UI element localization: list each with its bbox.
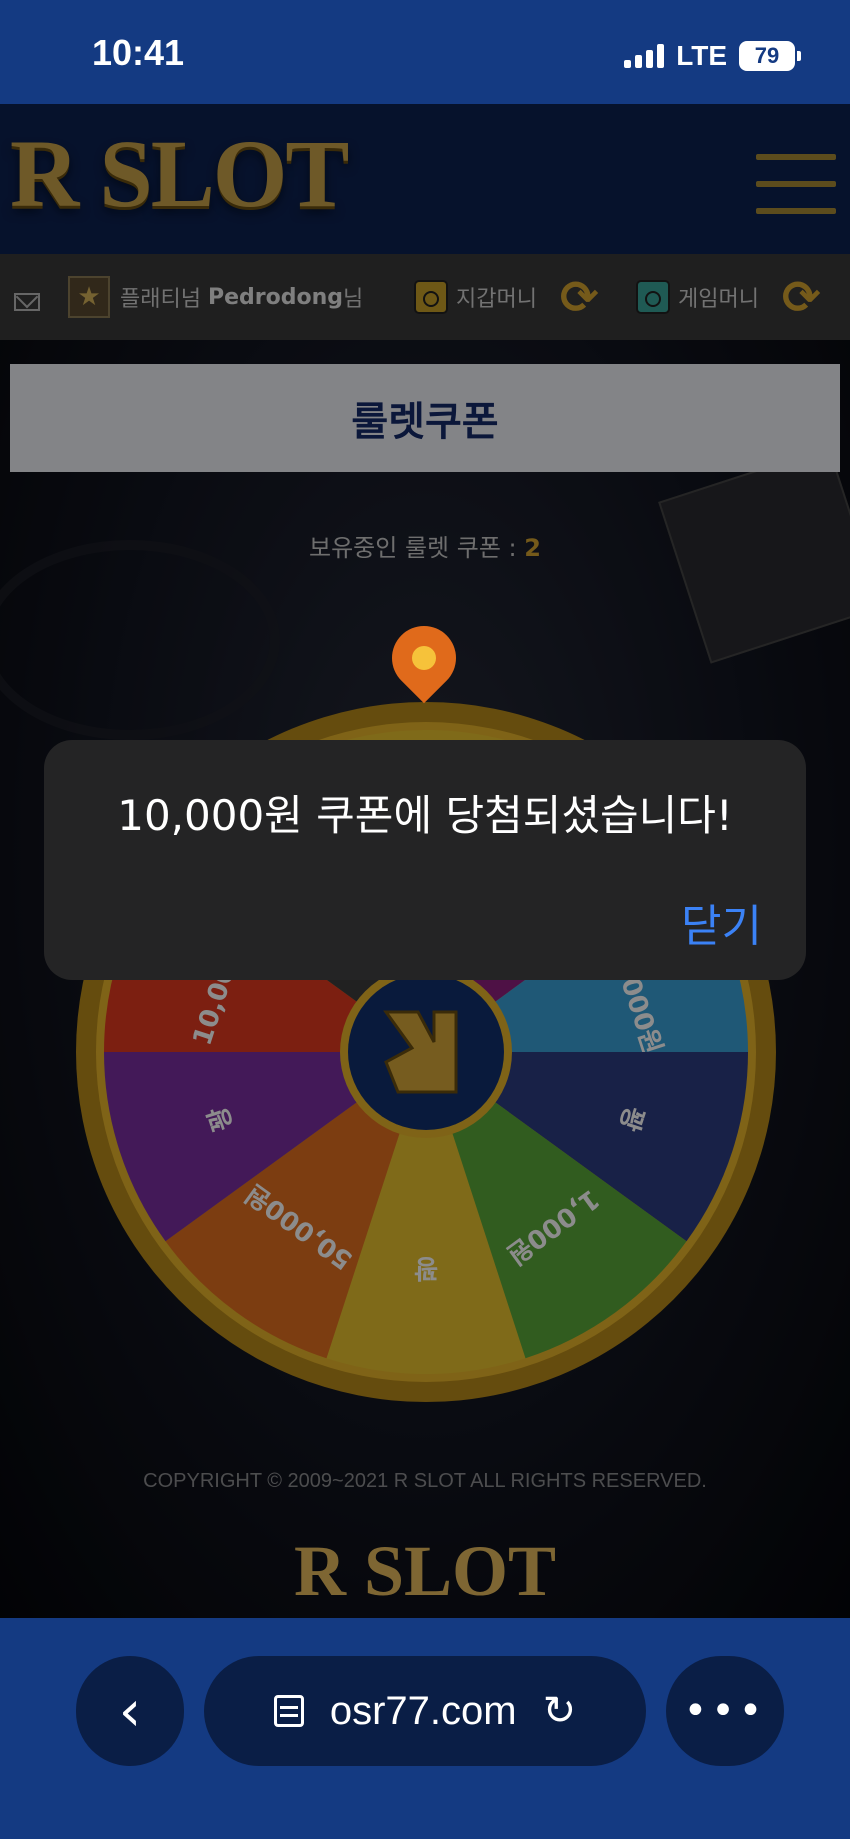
address-bar[interactable]: osr77.com ↻: [204, 1656, 646, 1766]
alert-close-button[interactable]: 닫기: [681, 890, 762, 954]
more-icon: •••: [683, 1688, 767, 1734]
footer-logo: R SLOT: [293, 1531, 557, 1611]
status-time: 10:41: [92, 32, 185, 73]
battery-icon: 79: [739, 41, 801, 71]
reload-icon[interactable]: ↻: [543, 1688, 577, 1734]
more-button[interactable]: •••: [666, 1656, 784, 1766]
alert-dialog: 10,000원 쿠폰에 당첨되셨습니다! 닫기: [44, 740, 806, 980]
status-bar: 10:41 LTE 79: [0, 0, 850, 104]
url-text: osr77.com: [329, 1688, 517, 1733]
browser-toolbar: ‹ osr77.com ↻ •••: [0, 1618, 850, 1839]
page-menu-icon[interactable]: [273, 1695, 304, 1727]
footer-copyright: COPYRIGHT © 2009~2021 R SLOT ALL RIGHTS …: [143, 1470, 707, 1492]
signal-icon: [624, 44, 665, 68]
back-button[interactable]: ‹: [76, 1656, 184, 1766]
network-type: LTE: [676, 40, 727, 71]
status-indicators: LTE 79: [624, 40, 801, 72]
alert-message: 10,000원 쿠폰에 당첨되셨습니다!: [117, 791, 733, 840]
back-icon: ‹: [118, 1678, 142, 1744]
